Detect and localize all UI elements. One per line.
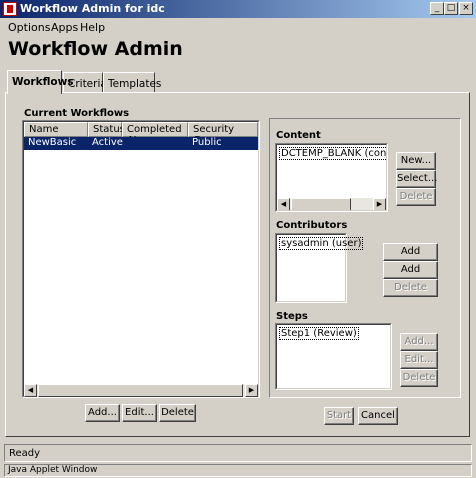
page-title: Workflow Admin	[8, 38, 183, 60]
cell-security-group: Public	[192, 137, 222, 148]
content-label: Content	[276, 130, 321, 141]
applet-footer: Java Applet Window	[4, 464, 472, 477]
current-workflows-label: Current Workflows	[24, 108, 130, 119]
steps-list: Step1 (Review)	[275, 323, 392, 390]
add-alias-button[interactable]: Add Alias...	[383, 243, 438, 272]
minimize-icon[interactable]: _	[430, 2, 444, 15]
cell-status: Active	[92, 137, 123, 148]
scroll-thumb[interactable]	[38, 384, 243, 397]
scroll-left-icon[interactable]: ◀	[277, 198, 290, 210]
scroll-thumb[interactable]	[291, 198, 351, 210]
scroll-left-icon[interactable]: ◀	[24, 384, 37, 397]
close-icon[interactable]: ×	[459, 2, 473, 15]
new-content-button[interactable]: New...	[396, 152, 436, 170]
menu-apps[interactable]: Apps	[51, 21, 78, 34]
horizontal-scrollbar[interactable]: ◀ ▶	[24, 384, 258, 397]
table-header: Name Status Completed At Security Group	[24, 122, 258, 146]
column-completed-at[interactable]: Completed At	[122, 122, 188, 146]
menu-help[interactable]: Help	[80, 21, 105, 34]
maximize-icon[interactable]: □	[444, 2, 458, 15]
workflows-table: Name Status Completed At Security Group …	[22, 120, 260, 398]
select-content-button[interactable]: Select...	[396, 170, 437, 188]
delete-contributor-button[interactable]: Delete	[383, 279, 438, 297]
menu-options[interactable]: Options	[8, 21, 50, 34]
status-bar: Ready	[4, 444, 472, 462]
start-button[interactable]: Start	[324, 407, 354, 425]
scroll-right-icon[interactable]: ▶	[373, 198, 386, 210]
delete-content-button[interactable]: Delete	[396, 188, 436, 206]
contributors-list: sysadmin (user)	[275, 233, 364, 303]
content-horizontal-scrollbar[interactable]: ◀ ▶	[277, 198, 386, 210]
contributor-item[interactable]: sysadmin (user)	[279, 237, 364, 250]
cancel-button[interactable]: Cancel	[358, 407, 398, 425]
contributors-label: Contributors	[276, 220, 348, 231]
column-security-group[interactable]: Security Group	[188, 122, 258, 146]
edit-step-button[interactable]: Edit...	[400, 351, 438, 369]
content-item[interactable]: DCTEMP_BLANK (contribu	[279, 147, 386, 160]
add-user-button[interactable]: Add User...	[383, 261, 438, 290]
edit-workflow-button[interactable]: Edit...	[122, 404, 157, 422]
step-item[interactable]: Step1 (Review)	[279, 327, 359, 340]
tab-workflows[interactable]: Workflows	[7, 70, 74, 94]
add-step-button[interactable]: Add...	[400, 333, 438, 351]
column-status[interactable]: Status	[88, 122, 125, 137]
delete-workflow-button[interactable]: Delete	[159, 404, 196, 422]
delete-step-button[interactable]: Delete	[400, 369, 438, 387]
column-name[interactable]: Name	[24, 122, 88, 137]
tab-templates[interactable]: Templates	[103, 72, 161, 93]
steps-label: Steps	[276, 311, 308, 322]
menu-bar: Options Apps Help	[0, 18, 476, 36]
cell-name: NewBasic	[28, 137, 77, 148]
scroll-right-icon[interactable]: ▶	[245, 384, 258, 397]
content-list: DCTEMP_BLANK (contribu ◀ ▶	[275, 143, 388, 212]
java-app-icon	[3, 2, 17, 16]
add-workflow-button[interactable]: Add...	[85, 404, 120, 422]
title-bar: Workflow Admin for idc _ □ ×	[0, 0, 476, 18]
table-row[interactable]: NewBasic Active Public	[24, 137, 258, 150]
window-title: Workflow Admin for idc	[20, 2, 165, 15]
